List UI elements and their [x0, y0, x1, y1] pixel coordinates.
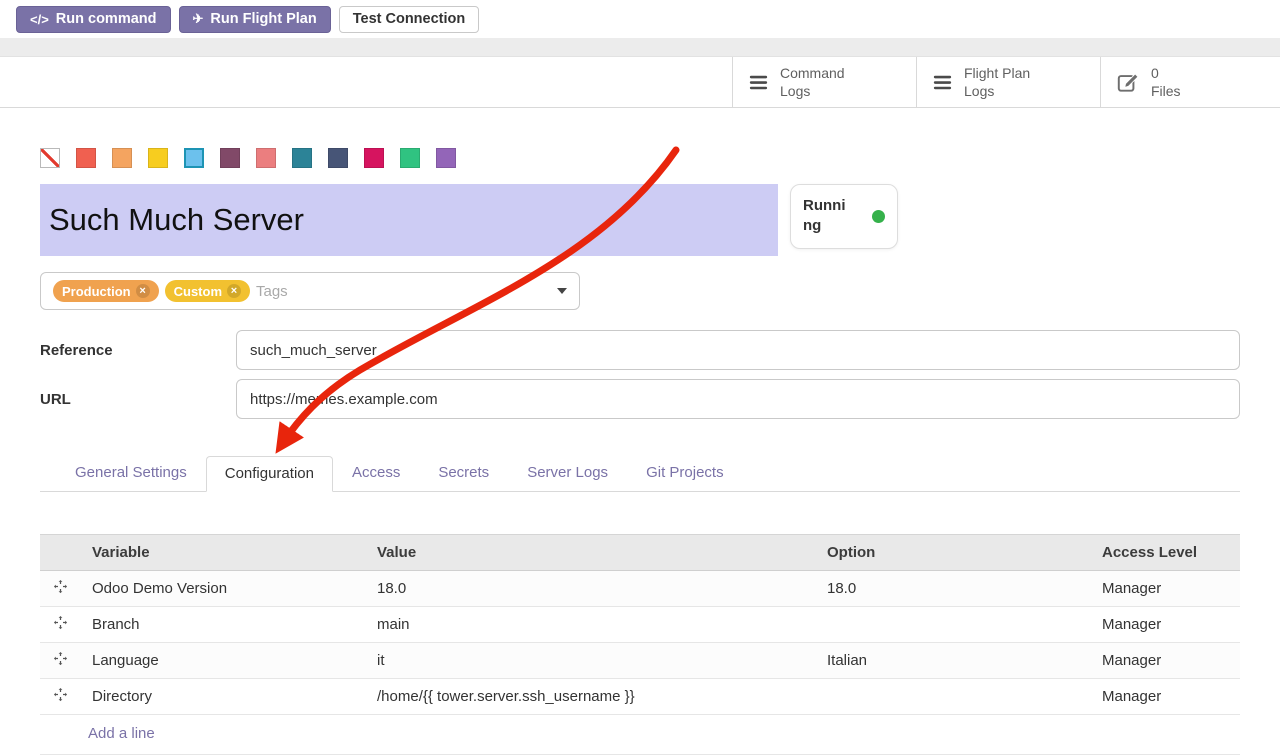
cell-access[interactable]: Manager: [1090, 607, 1240, 643]
color-swatch-magenta[interactable]: [364, 148, 384, 168]
server-name-text: Such Much Server: [49, 202, 304, 238]
cell-variable[interactable]: Directory: [80, 679, 365, 715]
files-label: 0 Files: [1151, 64, 1181, 100]
run-flight-plan-label: Run Flight Plan: [210, 11, 316, 27]
cell-value[interactable]: 18.0: [365, 571, 815, 607]
url-input[interactable]: [236, 379, 1240, 419]
table-header-row: Variable Value Option Access Level: [40, 535, 1240, 571]
cell-access[interactable]: Manager: [1090, 571, 1240, 607]
cell-option[interactable]: [815, 679, 1090, 715]
edit-icon: [1115, 69, 1141, 95]
dropdown-caret-icon[interactable]: [557, 288, 567, 294]
tab-secrets[interactable]: Secrets: [419, 455, 508, 491]
tags-input[interactable]: Production × Custom × Tags: [40, 272, 580, 310]
column-header-variable: Variable: [80, 535, 365, 571]
run-command-label: Run command: [56, 11, 157, 27]
url-label: URL: [40, 391, 236, 408]
list-icon: [931, 71, 954, 94]
color-swatch-dark-purple[interactable]: [220, 148, 240, 168]
cell-value[interactable]: /home/{{ tower.server.ssh_username }}: [365, 679, 815, 715]
plane-icon: ✈: [193, 11, 204, 27]
color-swatch-red[interactable]: [76, 148, 96, 168]
variables-table: Variable Value Option Access Level Odoo …: [40, 534, 1240, 715]
cell-value[interactable]: main: [365, 607, 815, 643]
remove-tag-icon[interactable]: ×: [227, 284, 241, 298]
color-swatch-green[interactable]: [400, 148, 420, 168]
cell-value[interactable]: it: [365, 643, 815, 679]
flight-plan-logs-label: Flight Plan Logs: [964, 64, 1030, 100]
action-bar: </> Run command ✈ Run Flight Plan Test C…: [0, 0, 1280, 38]
color-swatch-teal[interactable]: [292, 148, 312, 168]
table-row[interactable]: Branch main Manager: [40, 607, 1240, 643]
column-header-option: Option: [815, 535, 1090, 571]
cell-access[interactable]: Manager: [1090, 643, 1240, 679]
table-row[interactable]: Language it Italian Manager: [40, 643, 1240, 679]
tag-custom[interactable]: Custom ×: [165, 280, 250, 302]
run-flight-plan-button[interactable]: ✈ Run Flight Plan: [179, 6, 331, 33]
drag-handle-icon[interactable]: [40, 679, 80, 715]
test-connection-label: Test Connection: [353, 11, 466, 27]
status-dot-icon: [872, 210, 885, 223]
command-logs-button[interactable]: Command Logs: [732, 57, 916, 107]
reference-input[interactable]: [236, 330, 1240, 370]
status-label: Running: [803, 196, 847, 237]
tag-custom-label: Custom: [174, 284, 222, 299]
smart-button-row: Command Logs Flight Plan Logs 0 Files: [0, 57, 1280, 108]
drag-handle-icon[interactable]: [40, 571, 80, 607]
color-swatch-navy[interactable]: [328, 148, 348, 168]
server-form: Such Much Server Running Production × Cu…: [0, 148, 1280, 755]
tab-access[interactable]: Access: [333, 455, 419, 491]
reference-label: Reference: [40, 342, 236, 359]
drag-handle-icon[interactable]: [40, 607, 80, 643]
handle-column-header: [40, 535, 80, 571]
add-a-line-link[interactable]: Add a line: [88, 725, 155, 742]
color-picker: [40, 148, 1240, 168]
color-swatch-orange[interactable]: [112, 148, 132, 168]
drag-handle-icon[interactable]: [40, 643, 80, 679]
test-connection-button[interactable]: Test Connection: [339, 6, 480, 33]
color-swatch-purple[interactable]: [436, 148, 456, 168]
tab-general-settings[interactable]: General Settings: [56, 455, 206, 491]
cell-variable[interactable]: Odoo Demo Version: [80, 571, 365, 607]
tab-configuration[interactable]: Configuration: [206, 456, 333, 492]
color-swatch-none[interactable]: [40, 148, 60, 168]
column-header-access-level: Access Level: [1090, 535, 1240, 571]
list-icon: [747, 71, 770, 94]
tag-production[interactable]: Production ×: [53, 280, 159, 302]
column-header-value: Value: [365, 535, 815, 571]
server-name-field[interactable]: Such Much Server: [40, 184, 778, 256]
color-swatch-yellow[interactable]: [148, 148, 168, 168]
status-indicator[interactable]: Running: [790, 184, 898, 249]
flight-plan-logs-button[interactable]: Flight Plan Logs: [916, 57, 1100, 107]
cell-access[interactable]: Manager: [1090, 679, 1240, 715]
command-logs-label: Command Logs: [780, 64, 845, 100]
files-button[interactable]: 0 Files: [1100, 57, 1280, 107]
window-separator: [0, 38, 1280, 57]
notebook-tabs: General Settings Configuration Access Se…: [40, 455, 1240, 492]
cell-option[interactable]: 18.0: [815, 571, 1090, 607]
table-row[interactable]: Directory /home/{{ tower.server.ssh_user…: [40, 679, 1240, 715]
tab-git-projects[interactable]: Git Projects: [627, 455, 743, 491]
table-row[interactable]: Odoo Demo Version 18.0 18.0 Manager: [40, 571, 1240, 607]
cell-option[interactable]: [815, 607, 1090, 643]
color-swatch-salmon[interactable]: [256, 148, 276, 168]
color-swatch-cyan-selected[interactable]: [184, 148, 204, 168]
cell-variable[interactable]: Branch: [80, 607, 365, 643]
tags-placeholder: Tags: [256, 283, 288, 300]
code-icon: </>: [30, 12, 49, 27]
run-command-button[interactable]: </> Run command: [16, 6, 171, 33]
remove-tag-icon[interactable]: ×: [136, 284, 150, 298]
cell-option[interactable]: Italian: [815, 643, 1090, 679]
cell-variable[interactable]: Language: [80, 643, 365, 679]
tab-server-logs[interactable]: Server Logs: [508, 455, 627, 491]
tag-production-label: Production: [62, 284, 131, 299]
